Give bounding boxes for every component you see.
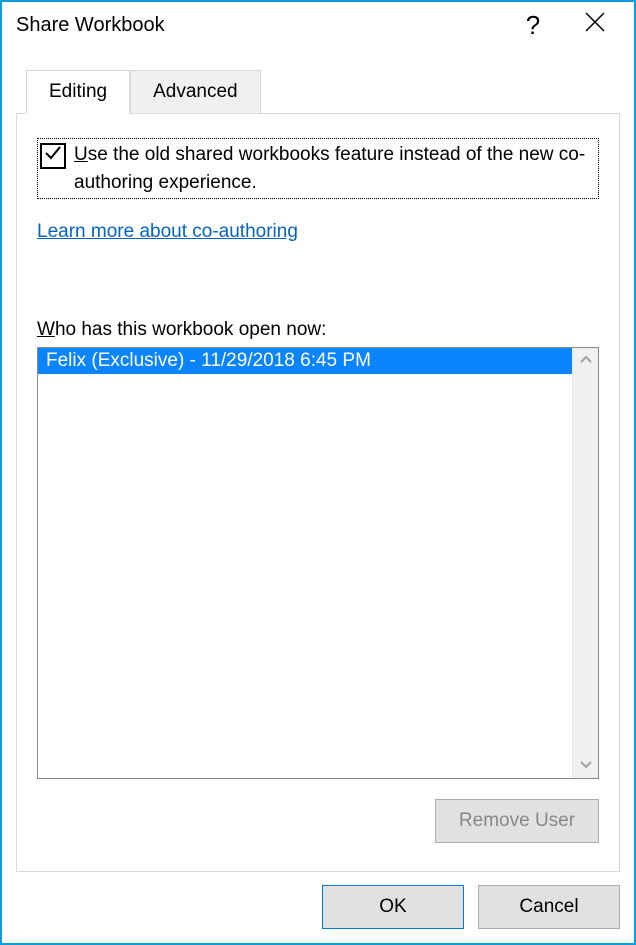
close-button[interactable] — [582, 12, 608, 38]
use-old-shared-row: Use the old shared workbooks feature ins… — [37, 138, 599, 199]
remove-user-button[interactable]: Remove User — [435, 799, 599, 843]
users-listbox[interactable]: Felix (Exclusive) - 11/29/2018 6:45 PM — [37, 347, 599, 779]
tabs: Editing Advanced — [26, 70, 634, 113]
who-has-open-label: Who has this workbook open now: — [37, 319, 599, 341]
cancel-button[interactable]: Cancel — [478, 885, 620, 929]
titlebar-controls: ? — [520, 12, 620, 38]
scroll-up-button[interactable] — [573, 348, 598, 374]
scroll-down-button[interactable] — [573, 752, 598, 778]
use-old-shared-checkbox[interactable] — [40, 143, 66, 169]
close-icon — [584, 11, 606, 39]
tab-editing[interactable]: Editing — [26, 70, 130, 114]
checkmark-icon — [44, 144, 62, 168]
tab-advanced[interactable]: Advanced — [130, 70, 261, 113]
learn-more-link[interactable]: Learn more about co-authoring — [37, 221, 298, 243]
use-old-shared-label[interactable]: Use the old shared workbooks feature ins… — [74, 141, 596, 196]
dialog-title: Share Workbook — [16, 14, 520, 37]
chevron-up-icon — [580, 350, 592, 372]
remove-user-wrap: Remove User — [37, 799, 599, 843]
chevron-down-icon — [580, 754, 592, 776]
title-bar: Share Workbook ? — [2, 2, 634, 46]
help-button[interactable]: ? — [520, 12, 546, 38]
users-listbox-inner: Felix (Exclusive) - 11/29/2018 6:45 PM — [38, 348, 572, 778]
list-item[interactable]: Felix (Exclusive) - 11/29/2018 6:45 PM — [38, 348, 572, 374]
ok-button[interactable]: OK — [322, 885, 464, 929]
tab-panel-editing: Use the old shared workbooks feature ins… — [16, 113, 620, 872]
scrollbar[interactable] — [572, 348, 598, 778]
dialog-buttons: OK Cancel — [322, 885, 620, 929]
help-icon: ? — [526, 10, 540, 41]
